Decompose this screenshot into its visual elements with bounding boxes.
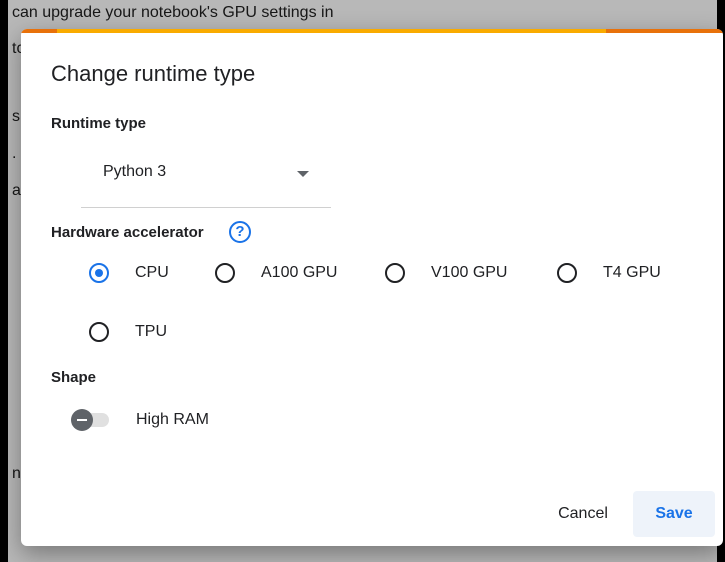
runtime-type-select[interactable]: Python 3	[81, 149, 331, 208]
radio-label: A100 GPU	[261, 264, 338, 281]
radio-unselected-icon	[557, 263, 577, 283]
radio-unselected-icon	[89, 322, 109, 342]
dialog-accent-bar	[21, 29, 723, 33]
cancel-button[interactable]: Cancel	[541, 491, 625, 537]
hardware-accelerator-label: Hardware accelerator	[51, 224, 204, 241]
radio-label: V100 GPU	[431, 264, 508, 281]
dialog-title: Change runtime type	[51, 61, 256, 86]
save-button[interactable]: Save	[633, 491, 715, 537]
high-ram-label: High RAM	[136, 411, 209, 428]
radio-label: T4 GPU	[603, 264, 661, 281]
shape-label: Shape	[51, 369, 97, 386]
high-ram-toggle[interactable]	[71, 407, 121, 433]
radio-label: CPU	[135, 264, 169, 281]
radio-label: TPU	[135, 323, 167, 340]
radio-selected-icon	[89, 263, 109, 283]
runtime-type-value: Python 3	[103, 163, 167, 180]
help-icon[interactable]: ?	[229, 221, 251, 243]
radio-unselected-icon	[215, 263, 235, 283]
toggle-off-icon	[71, 409, 93, 431]
radio-unselected-icon	[385, 263, 405, 283]
dropdown-arrow-icon	[297, 171, 309, 177]
runtime-type-label: Runtime type	[51, 115, 147, 132]
change-runtime-dialog: Change runtime type Runtime type Python …	[21, 29, 723, 546]
